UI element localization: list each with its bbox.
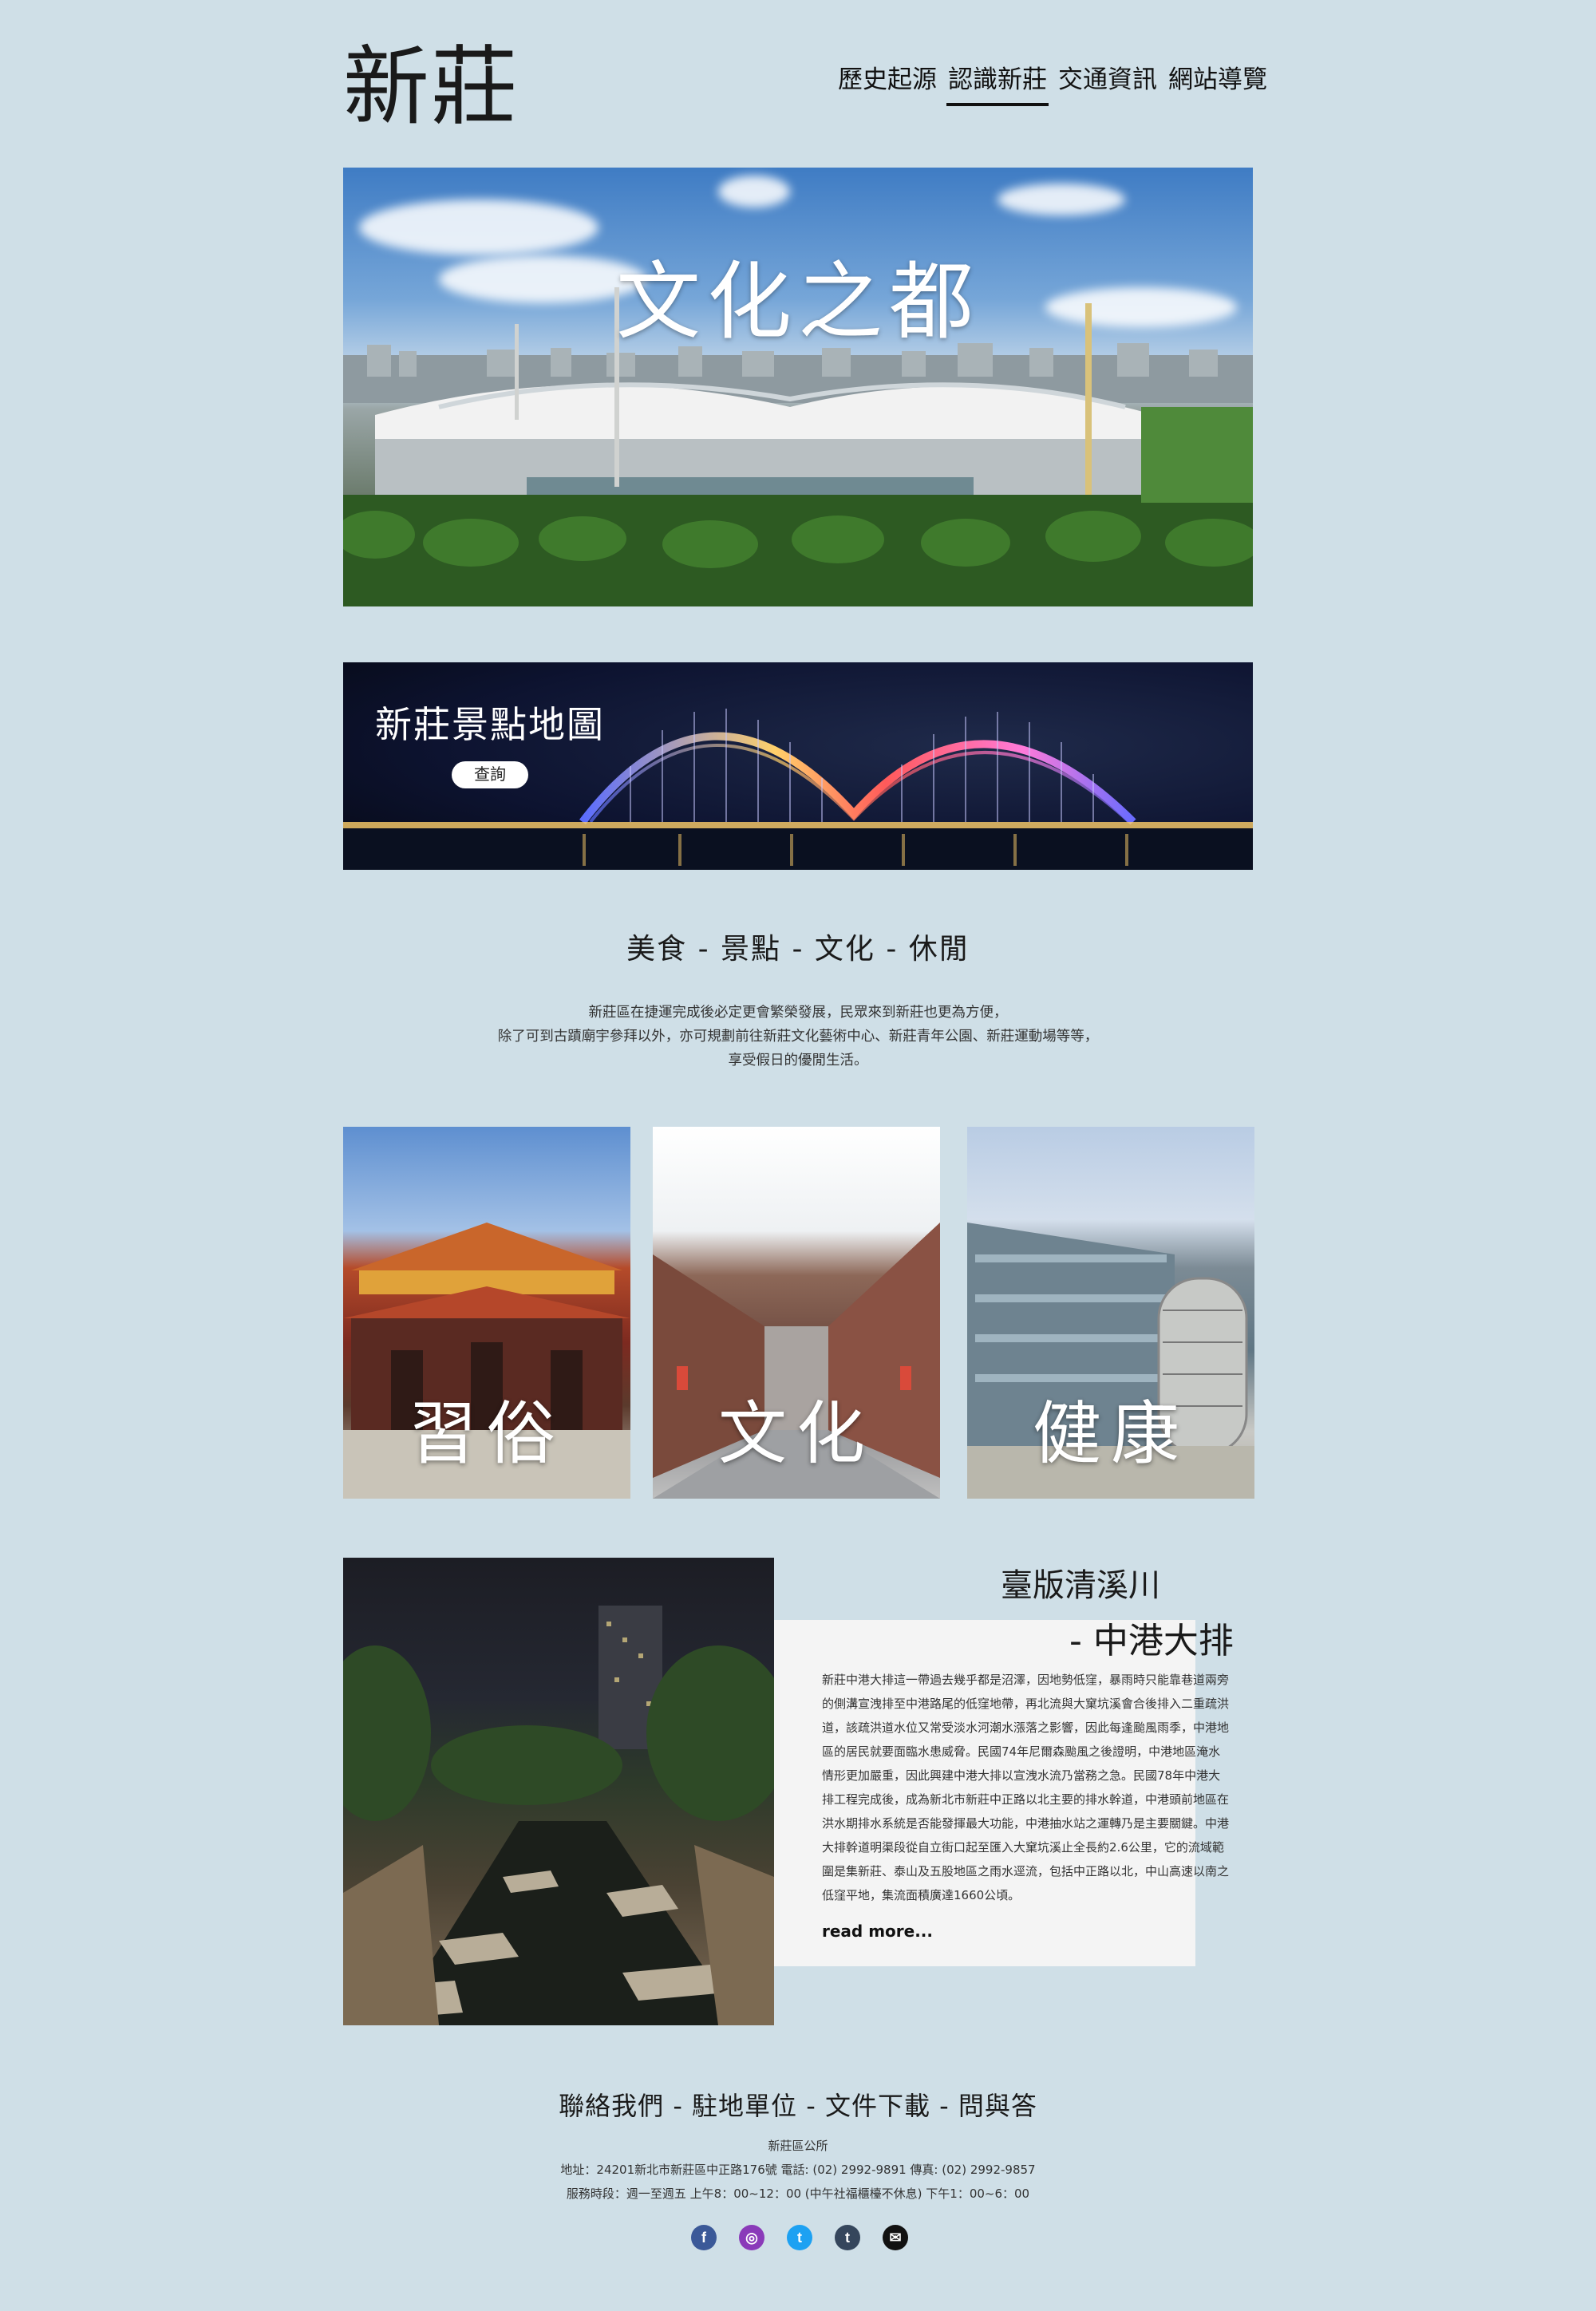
- canal-photo: [343, 1558, 774, 2025]
- feature-title: 臺版清溪川: [1001, 1567, 1160, 1604]
- tile-culture-label: 文化: [718, 1394, 875, 1474]
- categories-heading: 美食 - 景點 - 文化 - 休閒: [626, 933, 970, 966]
- footer-link-contact[interactable]: 聯絡我們: [559, 2091, 664, 2121]
- hero-title: 文化之都: [616, 253, 980, 351]
- site-title[interactable]: 新莊: [343, 32, 519, 144]
- intro-line: 新莊區在捷運完成後必定更會繁榮發展，民眾來到新莊也更為方便，: [588, 1005, 1008, 1021]
- feature-body-line: 洪水期排水系統是否能發揮最大功能，中港抽水站之運轉乃是主要關鍵。中港: [822, 1816, 1230, 1831]
- tile-health-label: 健康: [1033, 1394, 1189, 1474]
- nav-item-history[interactable]: 歷史起源: [836, 59, 938, 106]
- tile-health[interactable]: 健康: [967, 1127, 1254, 1499]
- feature-subtitle: - 中港大排: [1069, 1621, 1234, 1661]
- feature-body: 新莊中港大排這一帶過去幾乎都是沼澤，因地勢低窪，暴雨時只能靠巷道兩旁 的側溝宣洩…: [822, 1668, 1237, 1907]
- footer-link-faq[interactable]: 問與答: [958, 2091, 1037, 2121]
- tumblr-icon[interactable]: t: [835, 2225, 860, 2250]
- footer-link-units[interactable]: 駐地單位: [692, 2091, 797, 2121]
- feature-body-line: 區的居民就要面臨水患威脅。民國74年尼爾森颱風之後證明，中港地區淹水: [822, 1744, 1221, 1759]
- map-banner[interactable]: 新莊景點地圖 查詢: [343, 662, 1253, 870]
- canal-night-illustration: [343, 1606, 774, 2025]
- footer-org: 新莊區公所: [768, 2139, 828, 2153]
- facebook-icon[interactable]: f: [691, 2225, 717, 2250]
- intro-line: 除了可到古蹟廟宇參拜以外，亦可規劃前往新莊文化藝術中心、新莊青年公園、新莊運動場…: [497, 1029, 1099, 1045]
- feature-body-line: 新莊中港大排這一帶過去幾乎都是沼澤，因地勢低窪，暴雨時只能靠巷道兩旁: [822, 1673, 1230, 1687]
- feature-body-line: 圍是集新莊、泰山及五股地區之雨水逕流，包括中正路以北，中山高速以南之: [822, 1864, 1230, 1878]
- tile-customs[interactable]: 習俗: [343, 1127, 630, 1499]
- feature-body-line: 情形更加嚴重，因此興建中港大排以宣洩水流乃當務之急。民國78年中港大: [822, 1768, 1221, 1783]
- map-banner-title: 新莊景點地圖: [375, 703, 605, 746]
- twitter-icon[interactable]: t: [787, 2225, 812, 2250]
- tile-customs-label: 習俗: [409, 1394, 565, 1474]
- footer-link-downloads[interactable]: 文件下載: [825, 2091, 930, 2121]
- feature-body-line: 排工程完成後，成為新北市新莊中正路以北主要的排水幹道，中港頭前地區在: [822, 1792, 1230, 1807]
- read-more-link[interactable]: read more...: [822, 1922, 933, 1941]
- feature-body-line: 道，該疏洪道水位又常受淡水河潮水漲落之影響，因此每逢颱風雨季，中港地: [822, 1720, 1230, 1735]
- hero-banner: 文化之都: [343, 168, 1253, 606]
- nav-item-sitemap[interactable]: 網站導覽: [1167, 59, 1269, 106]
- mail-icon[interactable]: ✉: [883, 2225, 908, 2250]
- social-links: f ◎ t t ✉: [691, 2225, 908, 2250]
- feature-body-line: 的側溝宣洩排至中港路尾的低窪地帶，再北流與大窠坑溪會合後排入二重疏洪: [822, 1697, 1230, 1711]
- footer-hours: 服務時段：週一至週五 上午8：00~12：00 (中午社福櫃檯不休息) 下午1：…: [566, 2187, 1030, 2201]
- top-nav: 歷史起源 認識新莊 交通資訊 網站導覽: [836, 59, 1269, 106]
- instagram-icon[interactable]: ◎: [739, 2225, 764, 2250]
- nav-item-transport[interactable]: 交通資訊: [1057, 59, 1159, 106]
- map-query-button[interactable]: 查詢: [452, 761, 528, 788]
- intro-line: 享受假日的優閒生活。: [728, 1053, 868, 1069]
- feature-body-line: 低窪平地，集流面積廣達1660公頃。: [822, 1888, 1021, 1902]
- intro-paragraph: 新莊區在捷運完成後必定更會繁榮發展，民眾來到新莊也更為方便， 除了可到古蹟廟宇參…: [0, 1001, 1596, 1073]
- footer-address: 地址：24201新北市新莊區中正路176號 電話: (02) 2992-9891…: [560, 2163, 1036, 2177]
- footer-links: 聯絡我們 - 駐地單位 - 文件下載 - 問與答: [559, 2091, 1037, 2121]
- tile-culture[interactable]: 文化: [653, 1127, 940, 1499]
- nav-item-about[interactable]: 認識新莊: [946, 59, 1049, 106]
- feature-body-line: 大排幹道明渠段從自立街口起至匯入大窠坑溪止全長約2.6公里，它的流域範: [822, 1840, 1224, 1855]
